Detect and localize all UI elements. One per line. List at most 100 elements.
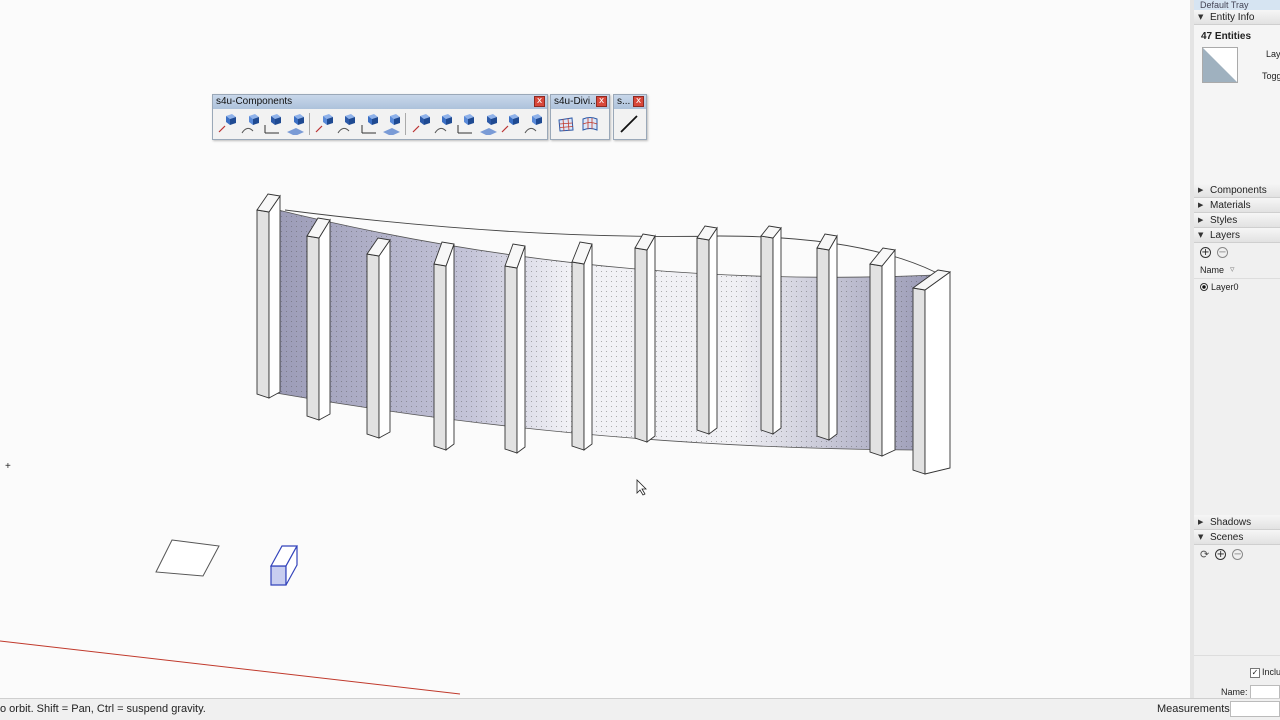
drawing-viewport[interactable]: + s4u-Components x s4u-Divi... x s... x bbox=[0, 0, 1190, 698]
expand-triangle-icon: ▶ bbox=[1198, 200, 1204, 209]
fin-6 bbox=[571, 241, 593, 451]
scene-name-label: Name: bbox=[1221, 687, 1248, 697]
sketchup-window: + s4u-Components x s4u-Divi... x s... x … bbox=[0, 0, 1280, 720]
include-label: Inclu bbox=[1262, 667, 1280, 677]
line-toolbar[interactable]: s... x bbox=[613, 94, 647, 140]
toolbar-separator bbox=[405, 113, 407, 135]
line-tool-icon[interactable] bbox=[617, 112, 641, 136]
s4u-components-toolbar[interactable]: s4u-Components x bbox=[212, 94, 548, 140]
default-tray: Default Tray ▼ Entity Info 47 Entities L… bbox=[1190, 0, 1280, 699]
panel-shadows[interactable]: ▶ Shadows bbox=[1194, 515, 1280, 530]
panel-scenes[interactable]: ▼ Scenes bbox=[1194, 530, 1280, 545]
collapse-triangle-icon: ▼ bbox=[1198, 532, 1204, 541]
expand-triangle-icon: ▶ bbox=[1198, 185, 1204, 194]
entity-info-body: 47 Entities Lay Toggl bbox=[1194, 25, 1280, 183]
active-layer-radio[interactable] bbox=[1200, 283, 1208, 291]
toolbar-title: s4u-Components bbox=[216, 96, 293, 107]
component-tool-6-icon[interactable] bbox=[335, 112, 357, 136]
component-tool-2-icon[interactable] bbox=[238, 112, 260, 136]
toolbar-title-bar[interactable]: s... x bbox=[614, 95, 646, 109]
red-axis-line bbox=[0, 640, 461, 695]
add-scene-icon[interactable]: + bbox=[1215, 548, 1227, 560]
remove-scene-icon[interactable]: − bbox=[1232, 548, 1244, 560]
layer-row[interactable]: Layer0 bbox=[1194, 279, 1280, 295]
entity-info-label: Entity Info bbox=[1210, 11, 1255, 23]
component-tool-1-icon[interactable] bbox=[216, 112, 238, 136]
name-column: Name bbox=[1200, 264, 1225, 275]
component-tool-14-icon[interactable] bbox=[522, 112, 544, 136]
close-toolbar-button[interactable]: x bbox=[633, 96, 644, 107]
scenes-toolbar: ⟳ + − bbox=[1194, 545, 1280, 563]
component-tool-7-icon[interactable] bbox=[358, 112, 380, 136]
fin-7 bbox=[634, 233, 656, 443]
scene-options: ✓ Inclu Name: bbox=[1194, 655, 1280, 699]
component-tool-8-icon[interactable] bbox=[380, 112, 402, 136]
component-tool-9-icon[interactable] bbox=[409, 112, 431, 136]
panel-label: Shadows bbox=[1210, 516, 1252, 528]
fin-9 bbox=[760, 225, 782, 435]
panel-styles[interactable]: ▶ Styles bbox=[1194, 213, 1280, 228]
component-tool-10-icon[interactable] bbox=[432, 112, 454, 136]
status-message: o orbit. Shift = Pan, Ctrl = suspend gra… bbox=[0, 703, 206, 715]
tray-panel-list: ▶ Components ▶ Materials ▶ Styles ▼ Layers bbox=[1194, 183, 1280, 243]
panel-components[interactable]: ▶ Components bbox=[1194, 183, 1280, 198]
component-tool-12-icon[interactable] bbox=[477, 112, 499, 136]
fin-12 bbox=[911, 269, 952, 475]
collapse-triangle-icon: ▼ bbox=[1198, 230, 1204, 239]
divide-grid-icon[interactable] bbox=[554, 112, 578, 136]
layers-toolbar: + − bbox=[1194, 243, 1280, 261]
sort-icon: ▿ bbox=[1230, 264, 1235, 274]
layers-column-header[interactable]: Name ▿ bbox=[1194, 261, 1280, 279]
panel-label: Components bbox=[1210, 184, 1267, 196]
include-checkbox[interactable]: ✓ bbox=[1250, 668, 1260, 678]
expand-triangle-icon: ▶ bbox=[1198, 517, 1204, 526]
fin-1 bbox=[256, 193, 281, 399]
toggle-label: Toggl bbox=[1262, 71, 1280, 81]
panel-materials[interactable]: ▶ Materials bbox=[1194, 198, 1280, 213]
component-tool-11-icon[interactable] bbox=[454, 112, 476, 136]
fin-2 bbox=[306, 217, 331, 421]
material-swatch[interactable] bbox=[1202, 47, 1238, 83]
divide-curved-grid-icon[interactable] bbox=[578, 112, 602, 136]
remove-layer-icon[interactable]: − bbox=[1217, 246, 1228, 258]
toolbar-title: s4u-Divi... bbox=[554, 96, 599, 107]
add-layer-icon[interactable]: + bbox=[1200, 246, 1211, 258]
close-toolbar-button[interactable]: x bbox=[534, 96, 545, 107]
refresh-scene-icon[interactable]: ⟳ bbox=[1200, 548, 1209, 561]
toolbar-title-bar[interactable]: s4u-Components x bbox=[213, 95, 547, 109]
component-tool-13-icon[interactable] bbox=[499, 112, 521, 136]
fin-5 bbox=[504, 243, 526, 454]
component-tool-4-icon[interactable] bbox=[283, 112, 305, 136]
measurements-input[interactable] bbox=[1230, 701, 1280, 717]
measurements-label: Measurements bbox=[1157, 703, 1230, 715]
panel-layers[interactable]: ▼ Layers bbox=[1194, 228, 1280, 243]
toolbar-title-bar[interactable]: s4u-Divi... x bbox=[551, 95, 609, 109]
flat-rectangle-face bbox=[155, 539, 220, 577]
toolbar-buttons bbox=[213, 109, 547, 139]
layer-name: Layer0 bbox=[1211, 282, 1239, 292]
component-tool-3-icon[interactable] bbox=[261, 112, 283, 136]
fin-4 bbox=[433, 241, 455, 451]
fin-8 bbox=[696, 225, 718, 435]
layer-list: Layer0 bbox=[1194, 279, 1280, 515]
fin-11 bbox=[869, 247, 896, 457]
panel-label: Layers bbox=[1210, 229, 1241, 241]
toolbar-buttons bbox=[551, 109, 609, 139]
tray-title: Default Tray bbox=[1194, 0, 1280, 10]
component-tool-5-icon[interactable] bbox=[313, 112, 335, 136]
scene-name-input[interactable] bbox=[1250, 685, 1280, 699]
selected-small-box bbox=[269, 545, 299, 586]
close-toolbar-button[interactable]: x bbox=[596, 96, 607, 107]
toolbar-title: s... bbox=[617, 96, 631, 107]
panel-label: Styles bbox=[1210, 214, 1238, 226]
layer-field-label: Lay bbox=[1266, 49, 1280, 59]
fin-3 bbox=[366, 237, 391, 439]
entity-info-header[interactable]: ▼ Entity Info bbox=[1194, 10, 1280, 25]
status-bar: o orbit. Shift = Pan, Ctrl = suspend gra… bbox=[0, 698, 1280, 720]
toolbar-separator bbox=[308, 113, 310, 135]
s4u-divide-toolbar[interactable]: s4u-Divi... x bbox=[550, 94, 610, 140]
mouse-cursor bbox=[636, 479, 647, 496]
panel-label: Scenes bbox=[1210, 531, 1244, 543]
origin-marker: + bbox=[5, 461, 11, 472]
panel-label: Materials bbox=[1210, 199, 1251, 211]
